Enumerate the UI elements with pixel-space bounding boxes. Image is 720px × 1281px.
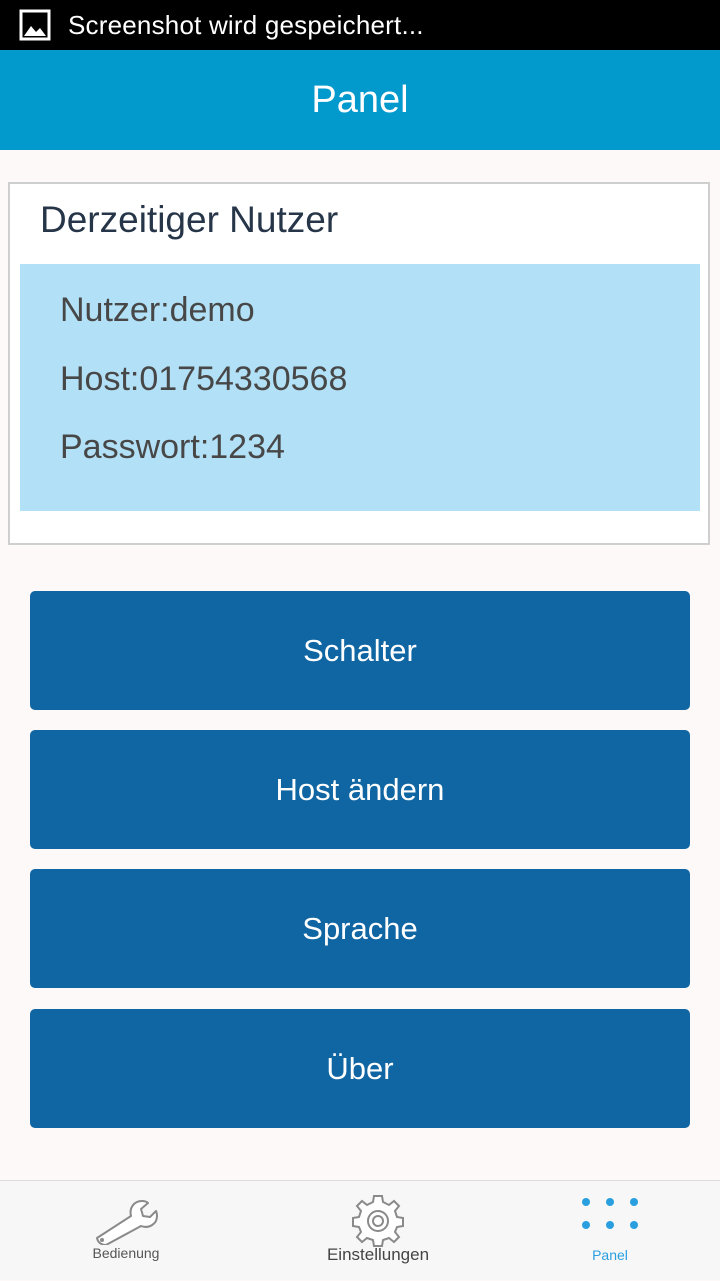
image-icon bbox=[19, 9, 51, 41]
page-title: Panel bbox=[311, 79, 409, 121]
password-line: Passwort:1234 bbox=[60, 428, 285, 466]
app-header: Panel bbox=[0, 50, 720, 150]
status-bar: Screenshot wird gespeichert... bbox=[0, 0, 720, 50]
bottom-nav: Bedienung Einstellungen Panel bbox=[0, 1180, 720, 1280]
language-button[interactable]: Sprache bbox=[30, 869, 690, 988]
gear-icon bbox=[352, 1195, 404, 1247]
nav-label: Einstellungen bbox=[326, 1245, 430, 1264]
nav-item-bedienung[interactable]: Bedienung bbox=[6, 1181, 246, 1281]
card-title: Derzeitiger Nutzer bbox=[40, 199, 339, 240]
nav-label: Panel bbox=[592, 1247, 628, 1263]
user-line: Nutzer:demo bbox=[60, 291, 255, 329]
grid-dots-icon bbox=[582, 1198, 638, 1229]
nav-label: Bedienung bbox=[92, 1245, 160, 1261]
nav-item-einstellungen[interactable]: Einstellungen bbox=[258, 1181, 498, 1281]
wrench-icon bbox=[96, 1200, 158, 1245]
change-host-button[interactable]: Host ändern bbox=[30, 730, 690, 849]
current-user-card: Derzeitiger Nutzer Nutzer:demo Host:0175… bbox=[8, 182, 710, 545]
nav-item-panel[interactable]: Panel bbox=[490, 1181, 720, 1281]
host-line: Host:01754330568 bbox=[60, 360, 348, 398]
user-info-box: Nutzer:demo Host:01754330568 Passwort:12… bbox=[20, 264, 700, 511]
about-button[interactable]: Über bbox=[30, 1009, 690, 1128]
status-notification-text: Screenshot wird gespeichert... bbox=[68, 10, 424, 40]
switch-button[interactable]: Schalter bbox=[30, 591, 690, 710]
